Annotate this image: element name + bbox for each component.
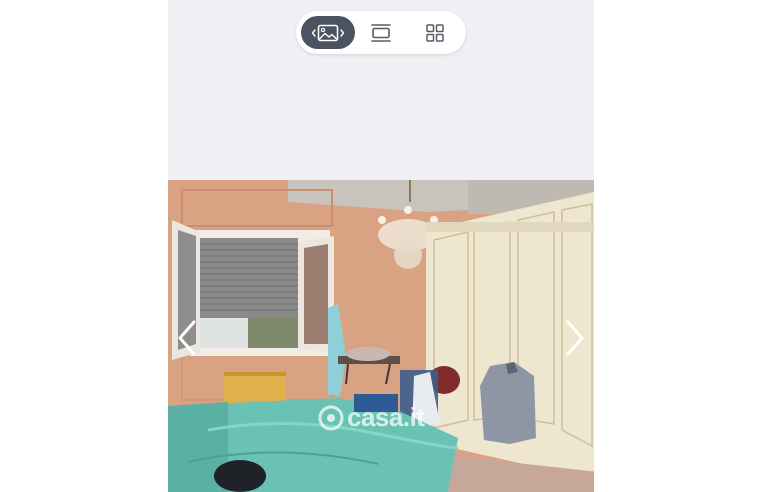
list-view-icon [371, 23, 391, 42]
grid-view-button[interactable] [408, 16, 462, 49]
watermark: casa.it [318, 402, 425, 433]
listing-photo[interactable]: casa.it [168, 180, 594, 492]
view-mode-switcher [296, 11, 466, 54]
watermark-text: casa.it [347, 402, 425, 432]
image-gallery-icon [311, 24, 345, 41]
casa-logo-icon [318, 405, 344, 430]
chevron-left-icon [178, 320, 196, 356]
grid-view-icon [426, 23, 444, 42]
list-view-button[interactable] [354, 16, 408, 49]
bedroom-photo-illustration [168, 180, 594, 492]
gallery-view-button[interactable] [301, 16, 355, 49]
previous-photo-button[interactable] [172, 316, 202, 360]
listing-media-panel: casa.it [168, 0, 594, 492]
chevron-right-icon [566, 320, 584, 356]
next-photo-button[interactable] [560, 316, 590, 360]
